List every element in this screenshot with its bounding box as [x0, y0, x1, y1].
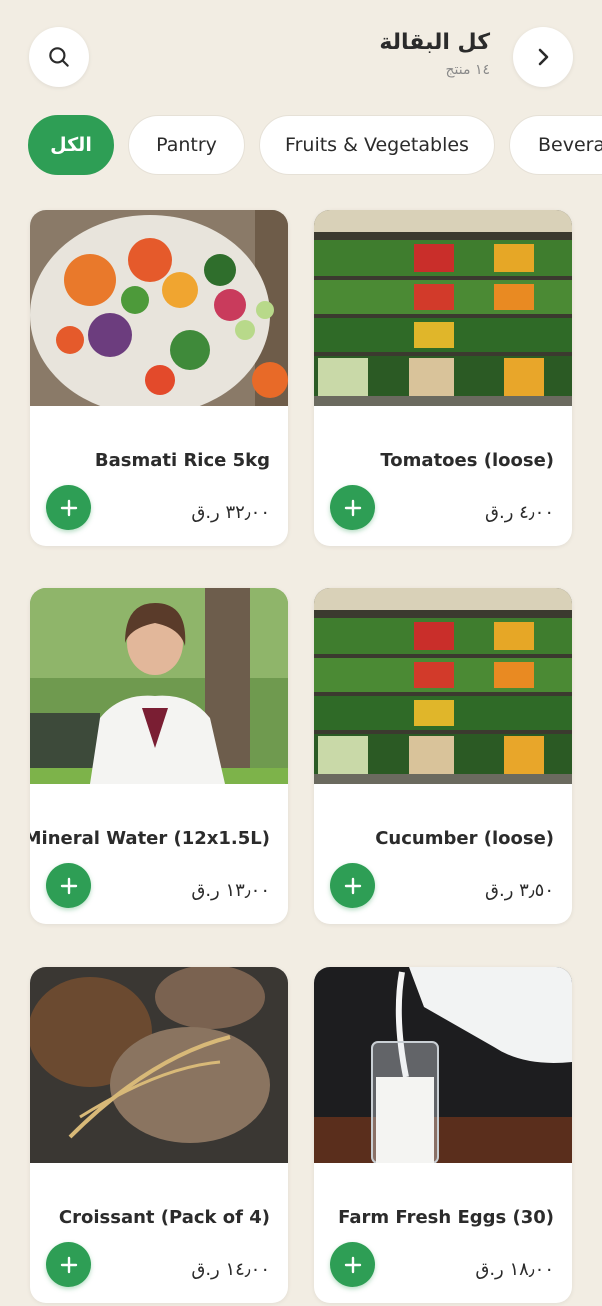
product-card[interactable]: Cucumber (loose) ٣٫٥٠ ر.ق: [314, 588, 572, 924]
add-to-cart-button[interactable]: [330, 485, 375, 530]
product-image-bread: [30, 967, 288, 1163]
add-to-cart-button[interactable]: [46, 1242, 91, 1287]
plus-icon: [60, 1256, 77, 1273]
product-name: Farm Fresh Eggs (30): [338, 1207, 554, 1228]
add-to-cart-button[interactable]: [46, 485, 91, 530]
product-card[interactable]: Croissant (Pack of 4) ١٤٫٠٠ ر.ق: [30, 967, 288, 1303]
product-price: ٤٫٠٠ ر.ق: [485, 502, 554, 523]
product-image-portrait: [30, 588, 288, 784]
product-image-salad: [30, 210, 288, 406]
category-chip-pantry[interactable]: Pantry: [128, 115, 245, 175]
add-to-cart-button[interactable]: [46, 863, 91, 908]
product-card[interactable]: Basmati Rice 5kg ٣٢٫٠٠ ر.ق: [30, 210, 288, 546]
category-chip-beverages[interactable]: Beverages: [509, 115, 602, 175]
product-price: ٣٢٫٠٠ ر.ق: [191, 502, 270, 523]
product-name: Basmati Rice 5kg: [94, 450, 270, 471]
add-to-cart-button[interactable]: [330, 863, 375, 908]
page-title: كل البقالة: [379, 30, 490, 55]
product-name: Tomatoes (loose): [380, 450, 554, 471]
product-name: Mineral Water (12x1.5L): [30, 828, 270, 849]
page-title-group: كل البقالة ١٤ منتج: [379, 28, 490, 78]
add-to-cart-button[interactable]: [330, 1242, 375, 1287]
plus-icon: [60, 499, 77, 516]
product-image-milk: [314, 967, 572, 1163]
product-name: Croissant (Pack of 4): [58, 1207, 270, 1228]
category-chip-all[interactable]: الكل: [28, 115, 114, 175]
plus-icon: [344, 877, 361, 894]
plus-icon: [60, 877, 77, 894]
plus-icon: [344, 499, 361, 516]
product-price: ١٨٫٠٠ ر.ق: [475, 1259, 554, 1280]
search-button[interactable]: [29, 27, 89, 87]
plus-icon: [344, 1256, 361, 1273]
product-image-produce-shelves: [314, 588, 572, 784]
product-count: ١٤ منتج: [445, 62, 490, 78]
product-card[interactable]: Farm Fresh Eggs (30) ١٨٫٠٠ ر.ق: [314, 967, 572, 1303]
chevron-right-icon: [538, 48, 549, 66]
product-price: ١٤٫٠٠ ر.ق: [191, 1259, 270, 1280]
header: كل البقالة ١٤ منتج: [0, 0, 602, 110]
category-chip-fruits-vegetables[interactable]: Fruits & Vegetables: [259, 115, 495, 175]
back-button[interactable]: [513, 27, 573, 87]
product-card[interactable]: Mineral Water (12x1.5L) ١٣٫٠٠ ر.ق: [30, 588, 288, 924]
product-card[interactable]: Tomatoes (loose) ٤٫٠٠ ر.ق: [314, 210, 572, 546]
product-name: Cucumber (loose): [375, 828, 554, 849]
search-icon: [49, 47, 69, 67]
category-filter-bar: الكل Pantry Fruits & Vegetables Beverage…: [0, 115, 602, 177]
product-price: ٣٫٥٠ ر.ق: [485, 880, 554, 901]
product-price: ١٣٫٠٠ ر.ق: [191, 880, 270, 901]
product-image-produce-shelves: [314, 210, 572, 406]
